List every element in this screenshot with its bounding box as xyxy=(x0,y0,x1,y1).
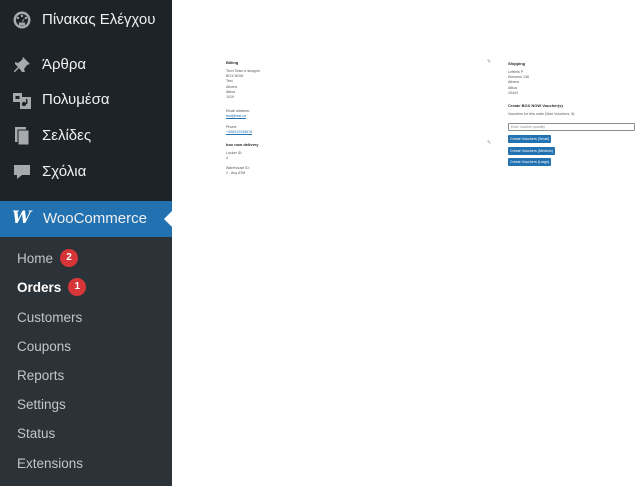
create-vouchers-large-button[interactable]: Create Vouchers (Large) xyxy=(508,158,552,166)
create-vouchers-medium-button[interactable]: Create Vouchers (Medium) xyxy=(508,147,555,155)
submenu-item-status[interactable]: Status xyxy=(17,422,55,444)
vouchers-subtitle: Vouchers for this order (Max Vouchers: 5… xyxy=(508,112,576,116)
submenu-item-reports[interactable]: Reports xyxy=(17,364,64,386)
orders-count-badge: 1 xyxy=(68,278,87,296)
boxnow-delivery-heading: box now delivery xyxy=(226,142,259,147)
submenu-item-extensions[interactable]: Extensions xyxy=(17,452,83,474)
menu-item-posts[interactable]: Άρθρα xyxy=(0,47,172,83)
page: Πίνακας Ελέγχου Άρθρα Πολυμέσα Σελίδες Σ… xyxy=(0,0,635,486)
billing-line: 1019 xyxy=(226,95,234,100)
submenu-label-coupons: Coupons xyxy=(17,338,72,354)
submenu-item-orders[interactable]: Orders 1 xyxy=(17,276,87,298)
pin-icon xyxy=(14,57,30,72)
menu-label-dashboard: Πίνακας Ελέγχου xyxy=(42,11,156,28)
menu-item-media[interactable]: Πολυμέσα xyxy=(0,82,172,118)
shipping-address: Lefteris P Kimonos 136 Athens Attica 104… xyxy=(508,70,529,96)
menu-label-pages: Σελίδες xyxy=(42,127,92,144)
voucher-quantity-input[interactable]: Enter voucher quantity xyxy=(508,123,635,131)
menu-item-woocommerce[interactable]: W WooCommerce xyxy=(0,201,172,237)
menu-label-comments: Σχόλια xyxy=(42,163,87,180)
submenu-item-settings[interactable]: Settings xyxy=(17,393,66,415)
menu-label-posts: Άρθρα xyxy=(42,56,87,73)
menu-label-media: Πολυμέσα xyxy=(42,91,110,108)
locker-value: 4 xyxy=(226,156,228,161)
submenu-label-settings: Settings xyxy=(17,396,66,412)
shipping-line: 10443 xyxy=(508,90,518,95)
comments-icon xyxy=(14,165,30,179)
submenu-label-reports: Reports xyxy=(17,367,65,383)
submenu-item-customers[interactable]: Customers xyxy=(17,306,82,328)
submenu-item-coupons[interactable]: Coupons xyxy=(17,335,71,357)
shipping-heading: Shipping xyxy=(508,61,526,66)
menu-item-pages[interactable]: Σελίδες xyxy=(0,118,172,154)
menu-item-dashboard[interactable]: Πίνακας Ελέγχου xyxy=(0,2,172,38)
menu-item-comments[interactable]: Σχόλια xyxy=(0,154,172,190)
vouchers-heading: Create BOX NOW Voucher(s) xyxy=(508,103,563,108)
media-icon xyxy=(13,93,31,109)
dashboard-icon xyxy=(13,11,31,29)
submenu-label-extensions: Extensions xyxy=(17,455,84,471)
billing-email-block: Email address: test@test.ca xyxy=(226,109,250,119)
locker-label: Locker ID: xyxy=(226,151,243,155)
woocommerce-submenu: Home 2 Orders 1 Customers Coupons Report… xyxy=(0,237,172,486)
warehouse-block: Warehouse ID: 2 - Any ATM xyxy=(226,166,250,176)
woocommerce-icon: W xyxy=(12,208,32,228)
create-vouchers-small-button[interactable]: Create Vouchers (Small) xyxy=(508,135,552,143)
submenu-item-home[interactable]: Home 2 xyxy=(17,247,79,269)
submenu-label-orders: Orders xyxy=(17,279,62,295)
submenu-label-status: Status xyxy=(17,425,56,441)
warehouse-value: 2 - Any ATM xyxy=(226,171,246,176)
admin-sidebar: Πίνακας Ελέγχου Άρθρα Πολυμέσα Σελίδες Σ… xyxy=(0,0,172,486)
menu-label-woocommerce: WooCommerce xyxy=(43,210,147,227)
edit-delivery-pencil-icon[interactable]: ✎ xyxy=(487,140,491,146)
submenu-label-customers: Customers xyxy=(17,309,83,325)
billing-address: Tech Team e-shoppin BOX NOW Test Athens … xyxy=(226,69,260,100)
phone-link[interactable]: +306912345678 xyxy=(226,130,252,135)
home-count-badge: 2 xyxy=(60,249,79,267)
billing-heading: Billing xyxy=(226,60,239,65)
locker-block: Locker ID: 4 xyxy=(226,151,242,161)
email-link[interactable]: test@test.ca xyxy=(226,114,250,119)
current-menu-arrow xyxy=(164,211,172,227)
submenu-label-home: Home xyxy=(17,250,54,266)
pages-icon xyxy=(15,127,30,146)
edit-billing-pencil-icon[interactable]: ✎ xyxy=(487,59,491,65)
billing-phone-block: Phone: +306912345678 xyxy=(226,125,252,135)
